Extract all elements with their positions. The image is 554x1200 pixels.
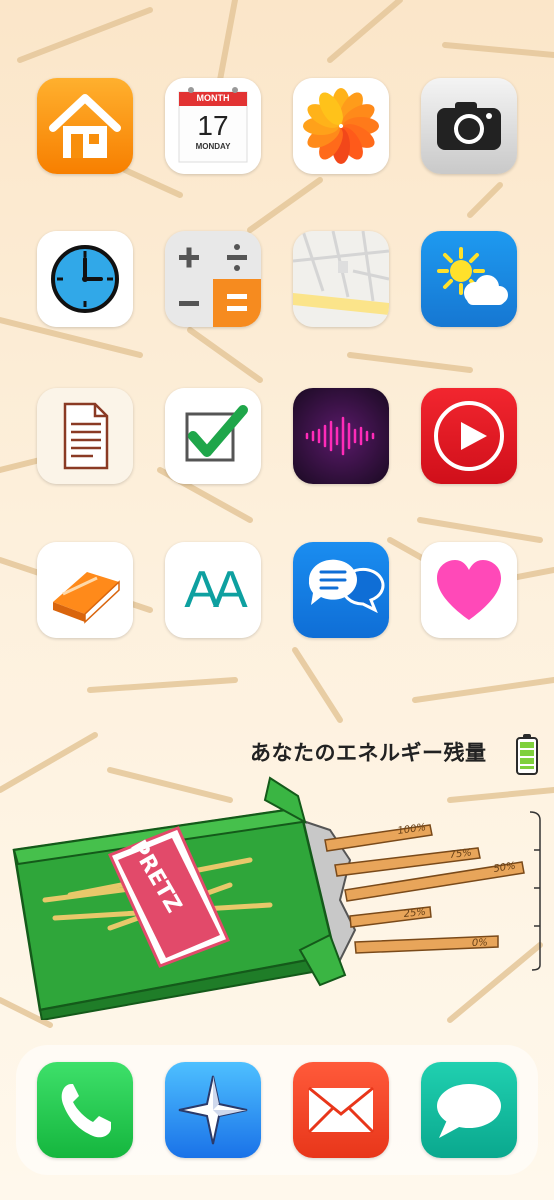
books-app[interactable]: [37, 542, 133, 638]
calculator-app[interactable]: [165, 231, 261, 327]
calendar-day: 17: [197, 110, 229, 141]
messages-app[interactable]: [421, 1062, 517, 1158]
fonts-app[interactable]: AA: [165, 542, 261, 638]
stick-label-25: 25%: [403, 907, 426, 920]
pretz-box-illustration: 100% 75% 50% 25% 0% PRETZ: [12, 776, 541, 1020]
calculator-icon: [165, 231, 261, 327]
clock-app[interactable]: [37, 231, 133, 327]
play-icon: [421, 388, 517, 484]
energy-widget-title: あなたのエネルギー残量: [250, 741, 487, 765]
camera-icon: [421, 78, 517, 174]
voice-memos-app[interactable]: [293, 388, 389, 484]
fonts-app-letters: AA: [184, 561, 247, 619]
chat-app[interactable]: [293, 542, 389, 638]
sun-cloud-icon: [421, 231, 517, 327]
compass-app[interactable]: [165, 1062, 261, 1158]
camera-app[interactable]: [421, 78, 517, 174]
video-app[interactable]: [421, 388, 517, 484]
book-icon: [37, 542, 133, 638]
map-icon: [293, 231, 389, 327]
stick-label-0: 0%: [472, 937, 488, 949]
envelope-icon: [293, 1062, 389, 1158]
speech-bubbles-icon: [293, 542, 389, 638]
energy-scale: [529, 811, 541, 971]
phone-icon: [37, 1062, 133, 1158]
compass-icon: [165, 1062, 261, 1158]
message-bubble-icon: [421, 1062, 517, 1158]
notes-app[interactable]: [37, 388, 133, 484]
tasks-app[interactable]: [165, 388, 261, 484]
calendar-app[interactable]: MONTH 17 MONDAY: [165, 78, 261, 174]
clock-icon: [37, 231, 133, 327]
calendar-weekday: MONDAY: [195, 142, 231, 151]
weather-app[interactable]: [421, 231, 517, 327]
health-app[interactable]: [421, 542, 517, 638]
home-app[interactable]: [37, 78, 133, 174]
waveform-icon: [293, 388, 389, 484]
checkmark-icon: [165, 388, 261, 484]
flower-icon: [293, 78, 389, 174]
photos-app[interactable]: [293, 78, 389, 174]
phone-app[interactable]: [37, 1062, 133, 1158]
mail-app[interactable]: [293, 1062, 389, 1158]
house-icon: [37, 78, 133, 174]
document-icon: [37, 388, 133, 484]
maps-app[interactable]: [293, 231, 389, 327]
calendar-month-label: MONTH: [196, 93, 230, 103]
heart-icon: [421, 542, 517, 638]
